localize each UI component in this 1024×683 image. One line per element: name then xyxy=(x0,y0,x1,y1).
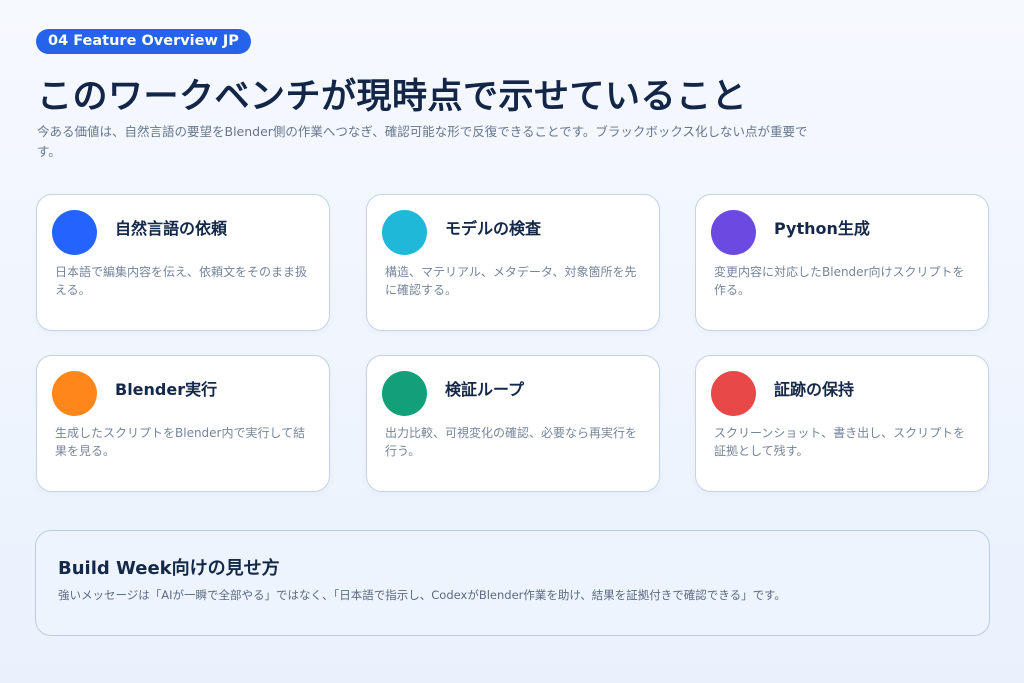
page-title: このワークベンチが現時点で示せていること xyxy=(37,77,748,117)
feature-card-description: 変更内容に対応したBlender向けスクリプトを作る。 xyxy=(714,265,965,297)
feature-card-natural-language: 自然言語の依頼 日本語で編集内容を伝え、依頼文をそのまま扱える。 xyxy=(36,194,330,331)
feature-card-evidence-keeping: 証跡の保持 スクリーンショット、書き出し、スクリプトを証拠として残す。 xyxy=(695,355,989,492)
feature-card-title: 証跡の保持 xyxy=(774,380,855,399)
feature-card-description: スクリーンショット、書き出し、スクリプトを証拠として残す。 xyxy=(714,426,966,458)
feature-card-description: 構造、マテリアル、メタデータ、対象箇所を先に確認する。 xyxy=(385,265,637,297)
feature-card-title: 検証ループ xyxy=(445,380,525,399)
feature-card-model-inspection: モデルの検査 構造、マテリアル、メタデータ、対象箇所を先に確認する。 xyxy=(366,194,660,331)
feature-card-python-generation: Python生成 変更内容に対応したBlender向けスクリプトを作る。 xyxy=(695,194,989,331)
section-badge: 04 Feature Overview JP xyxy=(36,29,251,54)
feature-card-title: 自然言語の依頼 xyxy=(115,219,228,238)
feature-dot-icon xyxy=(382,371,427,416)
feature-dot-icon xyxy=(711,210,756,255)
build-week-description: 強いメッセージは「AIが一瞬で全部やる」ではなく、「日本語で指示し、Codexが… xyxy=(58,588,786,602)
feature-card-verify-loop: 検証ループ 出力比較、可視変化の確認、必要なら再実行を行う。 xyxy=(366,355,660,492)
feature-card-title: Blender実行 xyxy=(115,380,218,399)
feature-card-title: モデルの検査 xyxy=(445,219,542,238)
build-week-title: Build Week向けの見せ方 xyxy=(58,558,280,579)
feature-card-blender-run: Blender実行 生成したスクリプトをBlender内で実行して結果を見る。 xyxy=(36,355,330,492)
build-week-panel: Build Week向けの見せ方 強いメッセージは「AIが一瞬で全部やる」ではな… xyxy=(35,530,990,636)
feature-dot-icon xyxy=(52,210,97,255)
feature-card-description: 生成したスクリプトをBlender内で実行して結果を見る。 xyxy=(55,426,306,458)
feature-dot-icon xyxy=(52,371,97,416)
feature-card-description: 日本語で編集内容を伝え、依頼文をそのまま扱える。 xyxy=(55,265,308,297)
page-subtitle: 今ある価値は、自然言語の要望をBlender側の作業へつなぎ、確認可能な形で反復… xyxy=(37,124,808,159)
feature-card-description: 出力比較、可視変化の確認、必要なら再実行を行う。 xyxy=(385,426,638,458)
feature-dot-icon xyxy=(382,210,427,255)
feature-card-title: Python生成 xyxy=(774,219,870,238)
feature-dot-icon xyxy=(711,371,756,416)
